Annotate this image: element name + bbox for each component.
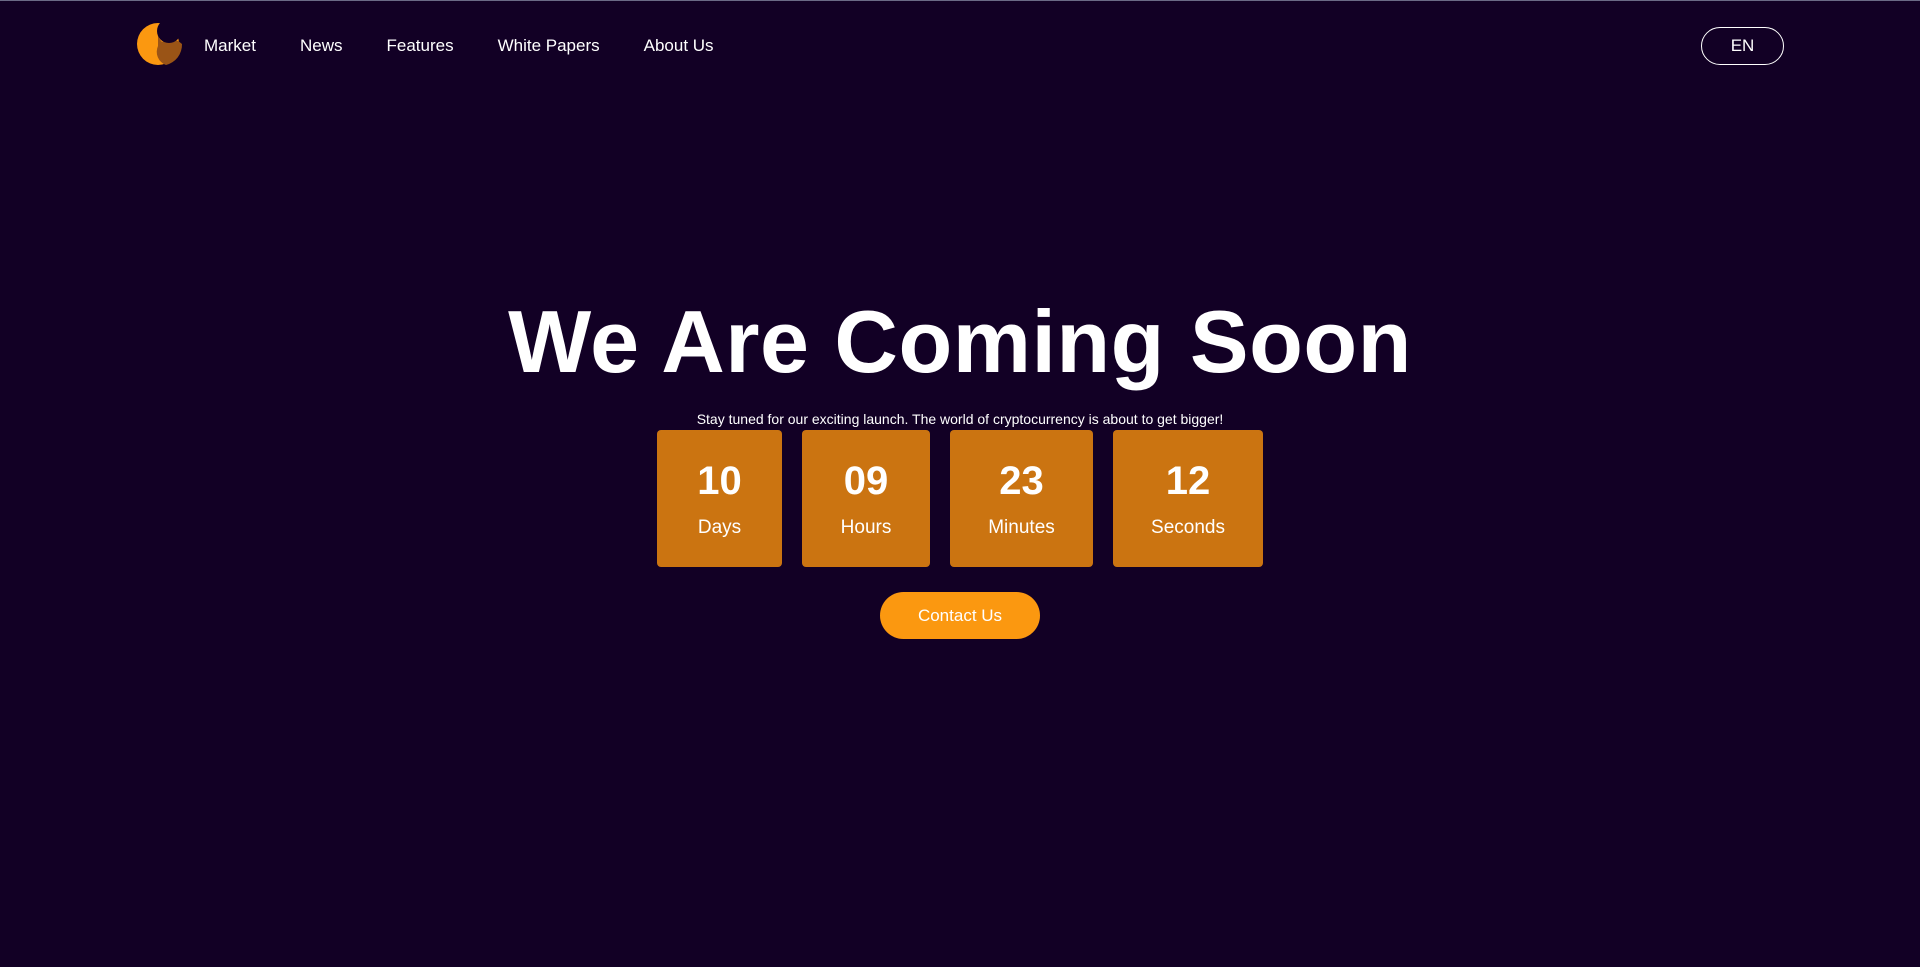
countdown-hours: 09 Hours <box>802 430 930 567</box>
countdown-seconds-value: 12 <box>1165 459 1211 503</box>
crescent-logo-icon[interactable] <box>136 19 184 66</box>
countdown-minutes-value: 23 <box>999 459 1044 503</box>
countdown-days: 10 Days <box>657 430 782 567</box>
countdown-minutes: 23 Minutes <box>950 430 1093 567</box>
countdown-hours-value: 09 <box>843 459 889 503</box>
nav-link-about-us[interactable]: About Us <box>644 36 714 56</box>
contact-us-button[interactable]: Contact Us <box>880 592 1040 639</box>
hero-subtitle: Stay tuned for our exciting launch. The … <box>696 411 1224 427</box>
nav-link-white-papers[interactable]: White Papers <box>498 36 600 56</box>
countdown-seconds-label: Seconds <box>1151 517 1225 538</box>
nav-link-news[interactable]: News <box>300 36 343 56</box>
hero-title: We Are Coming Soon <box>508 292 1412 391</box>
language-selector-button[interactable]: EN <box>1701 27 1784 65</box>
nav-link-market[interactable]: Market <box>204 36 256 56</box>
navbar: Market News Features White Papers About … <box>0 0 1920 92</box>
main-nav: Market News Features White Papers About … <box>204 36 758 56</box>
countdown-seconds: 12 Seconds <box>1113 430 1263 567</box>
countdown-days-value: 10 <box>697 459 742 503</box>
countdown-days-label: Days <box>697 517 742 538</box>
countdown-minutes-label: Minutes <box>988 517 1055 538</box>
countdown-hours-label: Hours <box>840 517 892 538</box>
nav-link-features[interactable]: Features <box>386 36 453 56</box>
